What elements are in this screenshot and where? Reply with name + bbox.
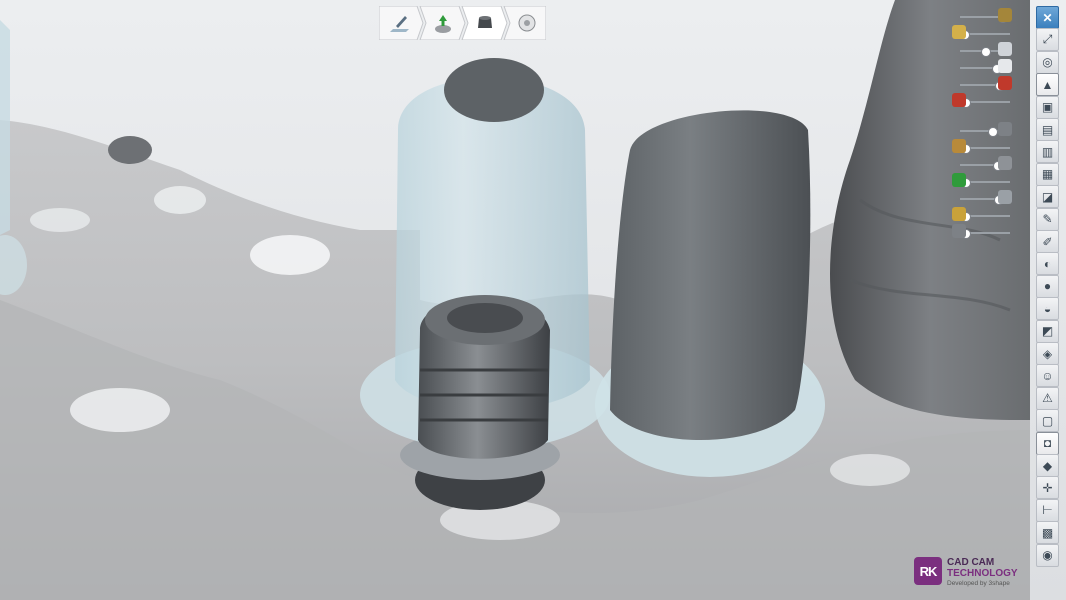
visibility-slider[interactable] bbox=[952, 207, 1016, 223]
view-front-button[interactable]: ▤ bbox=[1036, 118, 1059, 141]
face-button[interactable]: ☺ bbox=[1036, 364, 1059, 388]
layers-icon: ▣ bbox=[1041, 100, 1054, 115]
cut-plane-icon: ◩ bbox=[1041, 324, 1054, 339]
gallery-icon: ▩ bbox=[1041, 525, 1054, 540]
logo-text-technology: TECHNOLOGY bbox=[947, 568, 1018, 579]
section-icon: ◪ bbox=[1041, 189, 1054, 204]
color-wheel-icon: ◉ bbox=[1042, 548, 1053, 563]
warning-button[interactable]: ⚠ bbox=[1036, 386, 1059, 410]
section-button[interactable]: ◪ bbox=[1036, 185, 1059, 209]
box-icon: ▢ bbox=[1041, 413, 1054, 428]
scene-render[interactable] bbox=[0, 0, 1066, 600]
screw-icon bbox=[998, 122, 1012, 136]
visibility-slider[interactable] bbox=[952, 8, 1016, 24]
visibility-slider[interactable] bbox=[952, 25, 1016, 41]
visibility-slider[interactable] bbox=[952, 122, 1016, 138]
camera-icon: ◘ bbox=[1043, 436, 1052, 451]
margin-pencil-icon bbox=[390, 16, 409, 32]
gold-crown-icon bbox=[952, 25, 966, 39]
scissors-icon bbox=[998, 76, 1012, 90]
view-front-icon: ▤ bbox=[1041, 122, 1054, 137]
wax-button[interactable]: ◒ bbox=[1036, 297, 1059, 321]
ruler-button[interactable]: ⊢ bbox=[1036, 498, 1059, 522]
post-icon bbox=[998, 156, 1012, 170]
face-icon: ☺ bbox=[1041, 368, 1054, 383]
measure-button[interactable]: ✎ bbox=[1036, 207, 1059, 231]
axis-icon: ✛ bbox=[1042, 480, 1053, 495]
visibility-slider[interactable] bbox=[952, 59, 1016, 75]
visibility-slider[interactable] bbox=[952, 156, 1016, 172]
close-icon: ✕ bbox=[1042, 10, 1053, 25]
workflow-step-disc[interactable] bbox=[507, 6, 547, 40]
workflow-step-abutment[interactable] bbox=[465, 6, 505, 40]
sculpt-icon: ✐ bbox=[1042, 234, 1053, 249]
implant-icon bbox=[998, 8, 1012, 22]
camera-button[interactable]: ◘ bbox=[1036, 431, 1059, 455]
axis-button[interactable]: ✛ bbox=[1036, 476, 1059, 500]
view-top-button[interactable]: ▦ bbox=[1036, 162, 1059, 186]
sphere-icon: ● bbox=[1043, 279, 1052, 294]
slider-thumb[interactable] bbox=[981, 47, 992, 57]
cube-button[interactable]: ◆ bbox=[1036, 454, 1059, 477]
smooth-button[interactable]: ◐ bbox=[1036, 252, 1059, 276]
pin-icon bbox=[952, 139, 966, 153]
slider-thumb[interactable] bbox=[988, 127, 999, 137]
fullscreen-icon: ⤢ bbox=[1042, 32, 1053, 47]
view-side-icon: ▥ bbox=[1041, 144, 1054, 159]
fullscreen-button[interactable]: ⤢ bbox=[1036, 28, 1059, 52]
sphere-button[interactable]: ● bbox=[1036, 274, 1059, 298]
scan-icon: ◈ bbox=[1042, 346, 1053, 361]
workflow-steps bbox=[379, 6, 546, 40]
cube-icon: ◆ bbox=[1042, 458, 1053, 473]
visibility-slider[interactable] bbox=[952, 76, 1016, 92]
abutment-icon bbox=[478, 16, 492, 28]
workflow-step-margin[interactable] bbox=[381, 6, 421, 40]
logo-text-developed-by: Developed by 3shape bbox=[947, 580, 1010, 587]
measure-icon: ✎ bbox=[1042, 212, 1053, 227]
cad-cam-logo: RK CAD CAM TECHNOLOGY Developed by 3shap… bbox=[914, 556, 1018, 592]
view-side-button[interactable]: ▥ bbox=[1036, 140, 1059, 164]
tooth-icon bbox=[998, 42, 1012, 56]
visibility-slider[interactable] bbox=[952, 139, 1016, 155]
visibility-sliders-panel bbox=[952, 8, 1016, 240]
sculpt-button[interactable]: ✐ bbox=[1036, 230, 1059, 253]
logo-mark: RK bbox=[914, 557, 942, 585]
scan-button[interactable]: ◈ bbox=[1036, 342, 1059, 365]
cut-plane-button[interactable]: ◩ bbox=[1036, 319, 1059, 343]
layers-button[interactable]: ▣ bbox=[1036, 95, 1059, 119]
rotate-icon: ◎ bbox=[1042, 55, 1053, 70]
brush-icon bbox=[952, 207, 966, 221]
visibility-slider[interactable] bbox=[952, 42, 1016, 58]
3d-viewport[interactable] bbox=[0, 0, 1066, 600]
ruler-icon: ⊢ bbox=[1042, 503, 1053, 518]
cap-button[interactable]: ▲ bbox=[1036, 73, 1059, 97]
view-top-icon: ▦ bbox=[1041, 167, 1054, 182]
visibility-slider[interactable] bbox=[952, 224, 1016, 240]
warning-icon: ⚠ bbox=[1042, 391, 1053, 406]
wax-icon: ◒ bbox=[1043, 301, 1052, 316]
green-marker-icon bbox=[952, 173, 966, 187]
tool-icon bbox=[952, 224, 966, 238]
visibility-slider[interactable] bbox=[952, 93, 1016, 109]
close-button[interactable]: ✕ bbox=[1036, 6, 1059, 29]
gallery-button[interactable]: ▩ bbox=[1036, 521, 1059, 545]
rotate-button[interactable]: ◎ bbox=[1036, 50, 1059, 74]
visibility-slider[interactable] bbox=[952, 173, 1016, 189]
crown-icon bbox=[998, 59, 1012, 73]
cap-icon: ▲ bbox=[1041, 77, 1054, 92]
red-cap-icon bbox=[952, 93, 966, 107]
logo-text-cad-cam: CAD CAM bbox=[947, 557, 995, 568]
needle-icon bbox=[998, 190, 1012, 204]
box-button[interactable]: ▢ bbox=[1036, 409, 1059, 433]
workflow-step-insertion[interactable] bbox=[423, 6, 463, 40]
disc-icon bbox=[518, 14, 536, 32]
color-wheel-button[interactable]: ◉ bbox=[1036, 543, 1059, 567]
insertion-arrow-icon bbox=[435, 15, 451, 33]
smooth-icon: ◐ bbox=[1043, 256, 1052, 271]
visibility-slider[interactable] bbox=[952, 190, 1016, 206]
